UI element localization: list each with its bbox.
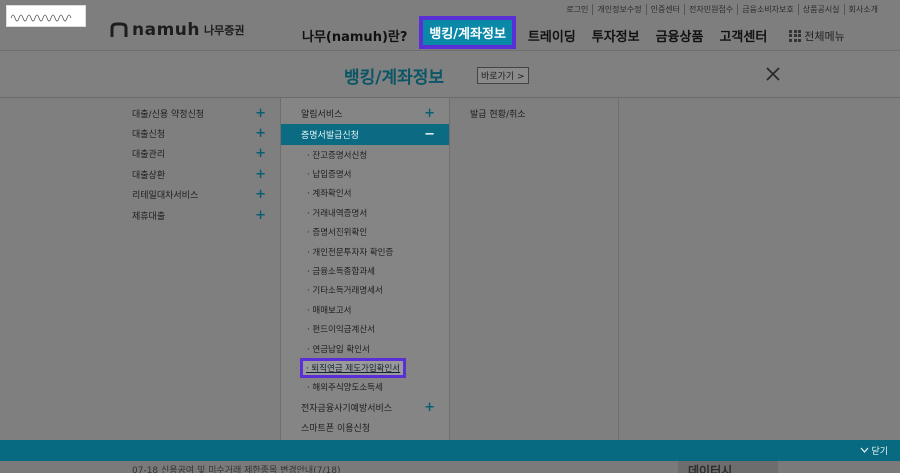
menu-column-empty [618,98,900,440]
sub-item[interactable]: · 금융소득종합과세 [281,261,449,280]
gnb-financial-products[interactable]: 금융상품 [648,26,712,45]
utility-links: 로그인 개인정보수정 인증센터 전자민원접수 금융소비자보호 상품공시실 회사소… [562,4,882,15]
plus-icon[interactable]: + [255,209,266,222]
util-cert-center[interactable]: 인증센터 [645,4,684,15]
menu-item-loan-manage[interactable]: 대출관리 + [118,144,280,164]
sub-item[interactable]: · 잔고증명서신청 [281,145,449,164]
sub-item[interactable]: · 개인전문투자자 확인증 [281,242,449,261]
sub-item[interactable]: · 거래내역증명서 [281,203,449,222]
all-menu-label: 전체메뉴 [804,29,845,43]
menu-item-alert-service[interactable]: 알림서비스 + [281,103,449,124]
util-company-info[interactable]: 회사소개 [843,4,882,15]
signature-stamp [6,5,86,27]
menu-column-certificates: 알림서비스 + 증명서발급신청 − · 잔고증명서신청 · 납입증명서 · 계좌… [280,98,449,440]
menu-item-fraud-prevention[interactable]: 전자금융사기예방서비스 + [281,397,449,418]
top-header: namuh 나무증권 로그인 개인정보수정 인증센터 전자민원접수 금융소비자보… [0,0,900,50]
sub-item-retirement-pension-cert[interactable]: · 퇴직연금 제도가입확인서 [281,358,449,378]
menu-item-smartphone-apply[interactable]: 스마트폰 이용신청 [281,418,449,439]
signature-icon [10,14,72,22]
sub-item[interactable]: · 계좌확인서 [281,184,449,203]
util-profile-edit[interactable]: 개인정보수정 [592,4,645,15]
close-menu-label: 닫기 [871,447,888,457]
util-complaint[interactable]: 전자민원접수 [684,4,737,15]
menu-title: 뱅킹/계좌정보 [344,68,445,88]
close-menu-button[interactable]: 닫기 [860,444,888,457]
notice-item[interactable]: 07-18 신용공여 및 미수거래 제한종목 변경안내(7/18) [132,463,340,473]
plus-icon[interactable]: + [255,188,266,201]
sub-item[interactable]: · 해외주식양도소득세 [281,378,449,397]
gnb-trading[interactable]: 트레이딩 [520,26,584,45]
menu-item-loan-apply[interactable]: 대출신청 + [118,123,280,143]
brand-name-kr: 나무증권 [204,24,245,37]
all-menu-button[interactable]: 전체메뉴 [789,28,845,44]
util-consumer-protection[interactable]: 금융소비자보호 [737,4,798,15]
mega-menu: 대출/신용 약정신청 + 대출신청 + 대출관리 + 대출상환 + 리테일대차서… [0,98,900,440]
chevron-down-icon [860,447,869,453]
sub-item[interactable]: · 기타소득거래명세서 [281,281,449,300]
menu-item-loan-repay[interactable]: 대출상환 + [118,164,280,184]
menu-item-retail-lending[interactable]: 리테일대차서비스 + [118,185,280,205]
page-below: 07-18 신용공여 및 미수거래 제한종목 변경안내(7/18) 데이터시 [0,461,900,473]
gnb-banking[interactable]: 뱅킹/계좌정보 [419,16,516,49]
menu-item-loan-agreement[interactable]: 대출/신용 약정신청 + [118,103,280,123]
global-nav: 나무(namuh)란? 뱅킹/계좌정보 트레이딩 투자정보 금융상품 고객센터 … [294,16,845,49]
plus-icon[interactable]: + [255,168,266,181]
plus-icon[interactable]: + [255,147,266,160]
plus-icon[interactable]: + [424,107,435,120]
gnb-investment-info[interactable]: 투자정보 [584,26,648,45]
close-icon[interactable] [765,66,781,82]
sub-item[interactable]: · 연금납입 확인서 [281,339,449,358]
sub-item[interactable]: · 매매보고서 [281,300,449,319]
minus-icon[interactable]: − [424,128,435,141]
menu-bottom-bar: 닫기 [0,440,900,461]
plus-icon[interactable]: + [255,107,266,120]
gnb-customer-center[interactable]: 고객센터 [711,26,775,45]
sub-item[interactable]: · 납입증명서 [281,164,449,183]
gnb-about[interactable]: 나무(namuh)란? [294,26,415,45]
menu-item-certificate-issue[interactable]: 증명서발급신청 − [281,124,449,145]
brand-name: namuh [132,20,200,40]
util-product-disclosure[interactable]: 상품공시실 [797,4,844,15]
menu-item-issue-status[interactable]: 발급 현황/취소 [450,103,618,123]
menu-column-issue-status: 발급 현황/취소 [449,98,618,440]
menu-column-loans: 대출/신용 약정신청 + 대출신청 + 대출관리 + 대출상환 + 리테일대차서… [118,98,280,440]
plus-icon[interactable]: + [255,127,266,140]
namuh-logo-icon [110,22,128,37]
grid-icon [789,29,802,42]
shortcut-button[interactable]: 바로가기 > [477,67,529,84]
promo-banner[interactable]: 데이터시 [678,461,778,473]
plus-icon[interactable]: + [424,401,435,414]
util-login[interactable]: 로그인 [562,4,592,15]
sub-item[interactable]: · 펀드이익금계산서 [281,320,449,339]
menu-item-partner-loan[interactable]: 제휴대출 + [118,205,280,225]
sub-item[interactable]: · 증명서진위확인 [281,223,449,242]
brand-logo[interactable]: namuh 나무증권 [110,20,244,40]
